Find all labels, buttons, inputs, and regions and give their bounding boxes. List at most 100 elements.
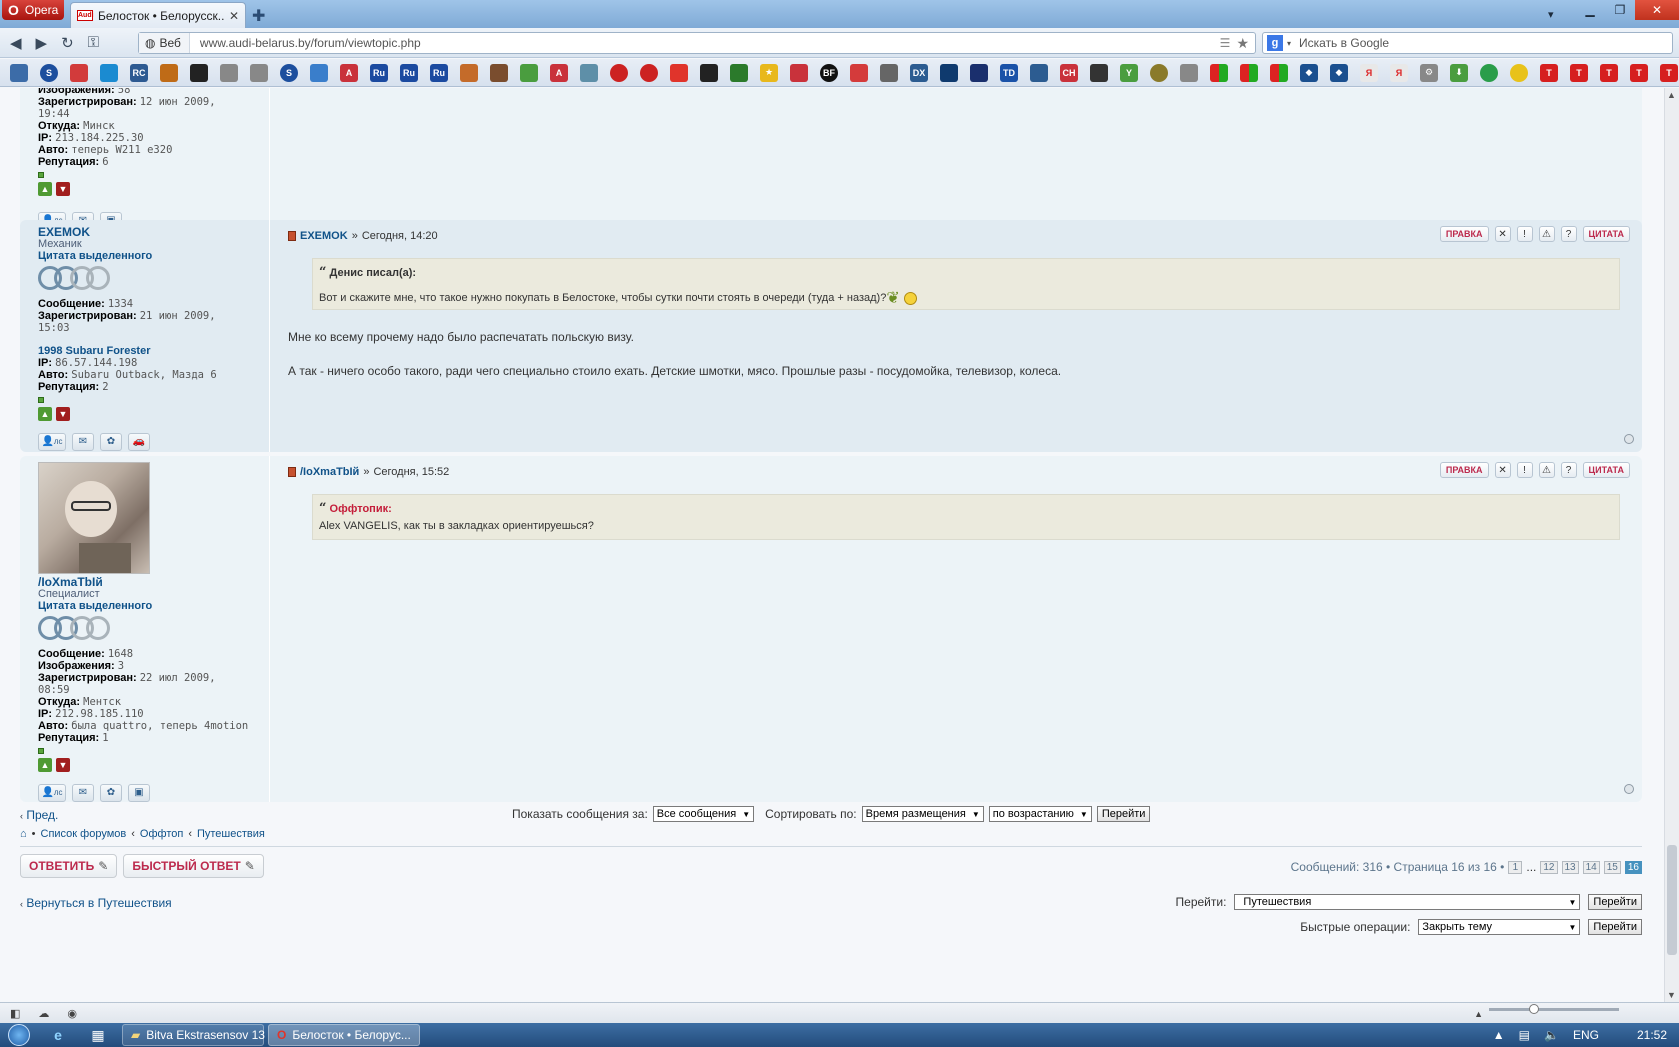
panel-toggle-icon[interactable]: ◧ bbox=[10, 1007, 20, 1020]
tab-list-chevron-icon[interactable]: ▾ bbox=[1548, 8, 1554, 21]
volume-icon[interactable]: 🔈 bbox=[1544, 1028, 1559, 1042]
bookmark-icon[interactable] bbox=[490, 63, 508, 82]
thumbs-up-icon[interactable]: ▲ bbox=[38, 182, 52, 196]
scroll-down-icon[interactable]: ▼ bbox=[1667, 990, 1676, 1000]
car-icon[interactable]: 🚗 bbox=[128, 433, 150, 451]
pm-icon[interactable]: 👤лс bbox=[38, 433, 66, 451]
bookmark-icon[interactable] bbox=[160, 63, 178, 82]
gallery-icon[interactable]: ▣ bbox=[128, 784, 150, 802]
reply-button[interactable]: ОТВЕТИТЬ ✎ bbox=[20, 854, 118, 878]
zoom-arrow-icon[interactable]: ▲ bbox=[1474, 1009, 1483, 1019]
user-group[interactable]: Цитата выделенного bbox=[38, 600, 251, 612]
back-link[interactable]: ‹ Вернуться в Путешествия bbox=[20, 896, 172, 910]
post-author-name[interactable]: /IoXmaTbIй bbox=[38, 576, 251, 588]
bookmark-icon[interactable] bbox=[70, 63, 88, 82]
thumbs-up-icon[interactable]: ▲ bbox=[38, 407, 52, 421]
show-select[interactable]: Все сообщения ▼ bbox=[652, 806, 755, 822]
thumbs-up-icon[interactable]: ▲ bbox=[38, 758, 52, 772]
report-icon[interactable]: ⚠ bbox=[1538, 226, 1555, 242]
zoom-slider[interactable] bbox=[1489, 1004, 1619, 1014]
tray-arrow-icon[interactable]: ▲ bbox=[1493, 1028, 1505, 1042]
bookmark-icon[interactable] bbox=[1480, 63, 1498, 82]
report-icon[interactable]: ⚠ bbox=[1538, 462, 1555, 478]
bookmark-icon[interactable] bbox=[970, 63, 988, 82]
page-scrollbar[interactable]: ▲ ▼ bbox=[1664, 88, 1679, 1002]
bookmark-icon[interactable] bbox=[610, 63, 628, 82]
bookmark-icon[interactable] bbox=[10, 63, 28, 82]
thumbs-down-icon[interactable]: ▼ bbox=[56, 758, 70, 772]
browser-tab[interactable]: Audi Белосток • Белорусск... ✕ bbox=[70, 2, 246, 28]
unite-cloud-icon[interactable]: ☁ bbox=[38, 1007, 49, 1020]
bookmark-icon[interactable] bbox=[1090, 63, 1108, 82]
icq-flower-icon[interactable]: ✿ bbox=[100, 784, 122, 802]
page-link[interactable]: 12 bbox=[1540, 860, 1558, 874]
maximize-icon[interactable]: ❐ bbox=[1605, 0, 1635, 20]
bookmark-icon[interactable] bbox=[700, 63, 718, 82]
post-author-name[interactable]: EXEMOK bbox=[38, 226, 251, 238]
network-icon[interactable]: ▤ bbox=[1519, 1028, 1530, 1042]
avatar[interactable] bbox=[38, 462, 150, 574]
page-link[interactable]: 13 bbox=[1561, 860, 1579, 874]
breadcrumb-item[interactable]: Путешествия bbox=[197, 828, 265, 840]
reload-icon[interactable]: ↻ bbox=[61, 34, 74, 52]
bookmark-icon[interactable] bbox=[850, 63, 868, 82]
bookmark-icon[interactable] bbox=[1270, 63, 1288, 82]
bookmark-icon[interactable]: S bbox=[280, 63, 298, 82]
delete-icon[interactable]: ✕ bbox=[1494, 462, 1511, 478]
bookmark-icon[interactable] bbox=[460, 63, 478, 82]
email-icon[interactable]: ✉ bbox=[72, 784, 94, 802]
order-select[interactable]: по возрастанию ▼ bbox=[988, 806, 1092, 822]
edit-button[interactable]: ПРАВКА bbox=[1439, 226, 1489, 242]
breadcrumb-item[interactable]: Список форумов bbox=[41, 828, 127, 840]
bookmark-icon[interactable]: ◆ bbox=[1330, 63, 1348, 82]
window-close-icon[interactable]: ✕ bbox=[1635, 0, 1679, 20]
bookmark-icon[interactable] bbox=[880, 63, 898, 82]
bookmark-icon[interactable] bbox=[1240, 63, 1258, 82]
post-document-icon[interactable] bbox=[288, 467, 296, 477]
opera-menu-button[interactable]: O Opera bbox=[2, 0, 64, 20]
bookmark-icon[interactable] bbox=[940, 63, 958, 82]
go-button[interactable]: Перейти bbox=[1096, 806, 1151, 822]
bookmark-icon[interactable]: Y bbox=[1120, 63, 1138, 82]
bookmark-icon[interactable] bbox=[520, 63, 538, 82]
url-text[interactable]: www.audi-belarus.by/forum/viewtopic.php bbox=[190, 36, 1220, 50]
post-document-icon[interactable] bbox=[288, 231, 296, 241]
breadcrumb-item[interactable]: Оффтоп bbox=[140, 828, 183, 840]
back-to-top-icon[interactable] bbox=[1624, 784, 1634, 794]
taskbar-task[interactable]: ▰ Bitva Ekstrasensov 13 bbox=[122, 1024, 265, 1046]
info-icon[interactable]: ? bbox=[1560, 226, 1577, 242]
taskbar-app-icon[interactable]: ▦ bbox=[78, 1023, 118, 1047]
back-icon[interactable]: ◀ bbox=[10, 34, 22, 52]
bookmark-icon[interactable]: ⬇ bbox=[1450, 63, 1468, 82]
bookmark-icon[interactable]: ◆ bbox=[1300, 63, 1318, 82]
key-icon[interactable]: ⚿ bbox=[88, 34, 99, 51]
prev-link[interactable]: ‹ Пред. bbox=[20, 808, 58, 822]
bookmark-icon[interactable]: Я bbox=[1360, 63, 1378, 82]
turbo-icon[interactable]: ◉ bbox=[67, 1007, 77, 1020]
bookmark-icon[interactable]: S bbox=[40, 63, 58, 82]
bookmark-icon[interactable] bbox=[640, 63, 658, 82]
page-link[interactable]: 1 bbox=[1508, 860, 1523, 874]
bookmark-icon[interactable]: BF bbox=[820, 63, 838, 82]
user-car-link[interactable]: 1998 Subaru Forester bbox=[38, 345, 251, 357]
bookmark-icon[interactable]: T bbox=[1540, 63, 1558, 82]
bookmark-icon[interactable]: TD bbox=[1000, 63, 1018, 82]
bookmark-icon[interactable] bbox=[1150, 63, 1168, 82]
bookmark-star-icon[interactable]: ★ bbox=[1236, 35, 1249, 52]
web-badge[interactable]: ◍ Веб bbox=[139, 33, 190, 53]
bookmark-icon[interactable]: T bbox=[1570, 63, 1588, 82]
forward-icon[interactable]: ▶ bbox=[36, 34, 48, 52]
bookmark-icon[interactable]: Ru bbox=[370, 63, 388, 82]
bookmark-icon[interactable] bbox=[1180, 63, 1198, 82]
bookmark-icon[interactable] bbox=[1030, 63, 1048, 82]
thumbs-down-icon[interactable]: ▼ bbox=[56, 182, 70, 196]
zoom-knob[interactable] bbox=[1529, 1004, 1539, 1014]
bookmark-icon[interactable] bbox=[580, 63, 598, 82]
bookmark-icon[interactable] bbox=[730, 63, 748, 82]
post-header-author[interactable]: EXEMOK bbox=[300, 230, 348, 242]
bookmark-icon[interactable]: DX bbox=[910, 63, 928, 82]
bookmark-icon[interactable]: T bbox=[1600, 63, 1618, 82]
quote-button[interactable]: ЦИТАТА bbox=[1582, 462, 1630, 478]
minimize-icon[interactable]: ▁ bbox=[1575, 0, 1605, 20]
tab-close-icon[interactable]: ✕ bbox=[229, 9, 239, 23]
